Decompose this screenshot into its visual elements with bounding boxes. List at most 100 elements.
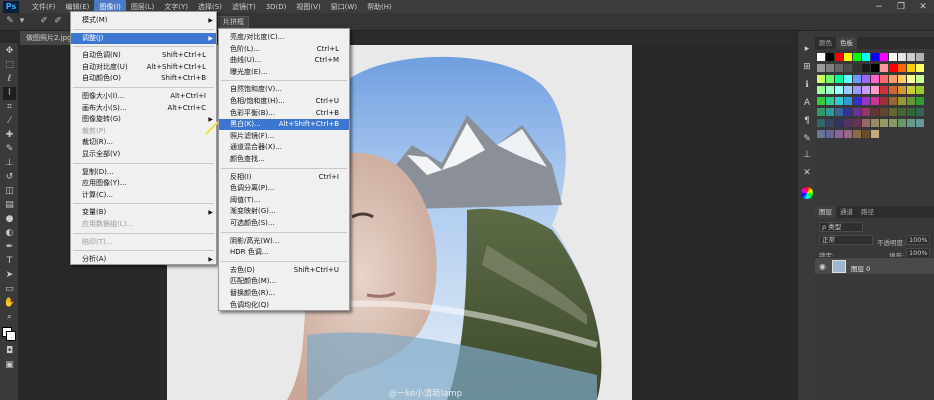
color-swatch[interactable] <box>853 53 861 61</box>
eraser-tool-icon[interactable]: ◫ <box>3 185 16 198</box>
color-swatch[interactable] <box>862 64 870 72</box>
menu-item[interactable]: 模式(M) ▶ <box>71 15 216 26</box>
color-swatch[interactable] <box>844 64 852 72</box>
color-swatch[interactable] <box>826 86 834 94</box>
dodge-tool-icon[interactable]: ◐ <box>3 227 16 240</box>
eye-icon[interactable]: ◉ <box>819 262 826 271</box>
foreground-color-swatch[interactable] <box>6 331 16 341</box>
menu-item[interactable]: 自然饱和度(V)... <box>219 84 349 95</box>
menu-item[interactable]: 画布大小(S)... Alt+Ctrl+C <box>71 103 216 114</box>
color-swatch[interactable] <box>889 64 897 72</box>
menu-item[interactable]: 显示全部(V) <box>71 149 216 160</box>
color-swatch[interactable] <box>871 75 879 83</box>
lasso-tool-icon[interactable]: ℓ <box>3 73 16 86</box>
brush-tool-icon[interactable]: ✎ <box>3 143 16 156</box>
menu-item[interactable]: 图像旋转(G) ▶ <box>71 114 216 125</box>
color-swatch[interactable] <box>862 108 870 116</box>
color-swatch[interactable] <box>853 119 861 127</box>
color-swatch[interactable] <box>835 108 843 116</box>
color-swatch[interactable] <box>817 119 825 127</box>
menu-item[interactable]: 裁切(R)... <box>71 137 216 148</box>
color-swatch[interactable] <box>916 108 924 116</box>
tab-paths[interactable]: 路径 <box>857 206 878 218</box>
menu-item[interactable]: 调整(J) ▶ <box>71 32 216 44</box>
color-swatch[interactable] <box>844 108 852 116</box>
color-swatch[interactable] <box>853 75 861 83</box>
color-swatch[interactable] <box>817 86 825 94</box>
menu-item[interactable]: 自动对比度(U) Alt+Shift+Ctrl+L <box>71 62 216 73</box>
tools-x-icon[interactable]: ✕ <box>801 167 813 179</box>
color-swatch[interactable] <box>835 86 843 94</box>
menu-item[interactable]: 变量(B) ▶ <box>71 207 216 218</box>
brush-panel-icon[interactable]: ✎ <box>801 133 813 145</box>
color-swatch[interactable] <box>844 130 852 138</box>
color-swatch[interactable] <box>889 108 897 116</box>
history-icon[interactable]: ▸ <box>801 43 813 55</box>
history-brush-icon[interactable]: ↺ <box>3 171 16 184</box>
color-swatch[interactable] <box>907 86 915 94</box>
color-swatch[interactable] <box>862 53 870 61</box>
color-swatch[interactable] <box>826 75 834 83</box>
color-swatch[interactable] <box>835 75 843 83</box>
menu-item[interactable]: 亮度/对比度(C)... <box>219 32 349 43</box>
color-swatch[interactable] <box>826 108 834 116</box>
tab-swatches[interactable]: 色板 <box>836 37 857 49</box>
color-swatch[interactable] <box>889 53 897 61</box>
color-swatch[interactable] <box>871 108 879 116</box>
color-swatch[interactable] <box>817 130 825 138</box>
color-swatch[interactable] <box>817 97 825 105</box>
color-swatch[interactable] <box>889 86 897 94</box>
color-swatch[interactable] <box>880 119 888 127</box>
crop-tool-icon[interactable]: ⌗ <box>3 101 16 114</box>
hand-tool-icon[interactable]: ✋ <box>3 297 16 310</box>
path-selection-icon[interactable]: ➤ <box>3 269 16 282</box>
menu-item[interactable]: 阴影/高光(W)... <box>219 236 349 247</box>
menu-item[interactable]: 自动颜色(O) Shift+Ctrl+B <box>71 73 216 84</box>
color-swatch[interactable] <box>880 75 888 83</box>
color-swatch[interactable] <box>916 75 924 83</box>
eyedropper-tool-icon[interactable]: ✎ <box>4 16 16 28</box>
color-swatch[interactable] <box>898 119 906 127</box>
color-wheel-icon[interactable] <box>801 187 813 199</box>
menu-item[interactable]: 分析(A) ▶ <box>71 254 216 265</box>
color-swatch[interactable] <box>862 75 870 83</box>
color-swatch[interactable] <box>862 119 870 127</box>
menu-item[interactable]: 复制(D)... <box>71 167 216 178</box>
color-swatch[interactable] <box>889 75 897 83</box>
menu-item[interactable]: 色调分离(P)... <box>219 183 349 194</box>
color-swatch[interactable] <box>916 86 924 94</box>
pen-tool-icon[interactable]: ✒ <box>3 241 16 254</box>
menu-item[interactable]: 应用图像(Y)... <box>71 178 216 189</box>
color-swatch[interactable] <box>916 119 924 127</box>
swatches-grid[interactable] <box>817 53 929 183</box>
color-swatch[interactable] <box>871 130 879 138</box>
menu-item[interactable]: 可选颜色(S)... <box>219 218 349 229</box>
menu-item[interactable]: 替换颜色(R)... <box>219 288 349 299</box>
chevron-down-icon[interactable]: ▾ <box>16 16 28 28</box>
menu-item[interactable]: 曝光度(E)... <box>219 67 349 78</box>
color-swatch[interactable] <box>916 97 924 105</box>
color-swatch[interactable] <box>880 53 888 61</box>
opacity-field[interactable]: 100% <box>906 235 930 245</box>
menu-0[interactable]: 文件(F) <box>27 0 61 13</box>
color-swatch[interactable] <box>871 64 879 72</box>
gradient-tool-icon[interactable]: ▤ <box>3 199 16 212</box>
color-swatch[interactable] <box>817 75 825 83</box>
menu-item[interactable]: 阈值(T)... <box>219 195 349 206</box>
color-swatch[interactable] <box>907 119 915 127</box>
color-swatch[interactable] <box>898 75 906 83</box>
layer-row[interactable]: ◉ 图层 0 <box>815 257 934 275</box>
menu-item[interactable]: 色相/饱和度(H)... Ctrl+U <box>219 96 349 107</box>
color-swatch[interactable] <box>853 97 861 105</box>
move-tool-icon[interactable]: ✥ <box>3 45 16 58</box>
color-swatch[interactable] <box>862 97 870 105</box>
menu-7[interactable]: 3D(D) <box>261 0 292 13</box>
color-swatch[interactable] <box>898 97 906 105</box>
color-swatch[interactable] <box>907 108 915 116</box>
properties-icon[interactable]: ⊞ <box>801 61 813 73</box>
menu-item[interactable]: 自动色调(N) Shift+Ctrl+L <box>71 50 216 61</box>
color-swatch[interactable] <box>817 64 825 72</box>
quick-mask-icon[interactable]: ◘ <box>3 345 16 358</box>
menu-item[interactable]: 去色(D) Shift+Ctrl+U <box>219 265 349 276</box>
marquee-tool-icon[interactable]: ⬚ <box>3 59 16 72</box>
